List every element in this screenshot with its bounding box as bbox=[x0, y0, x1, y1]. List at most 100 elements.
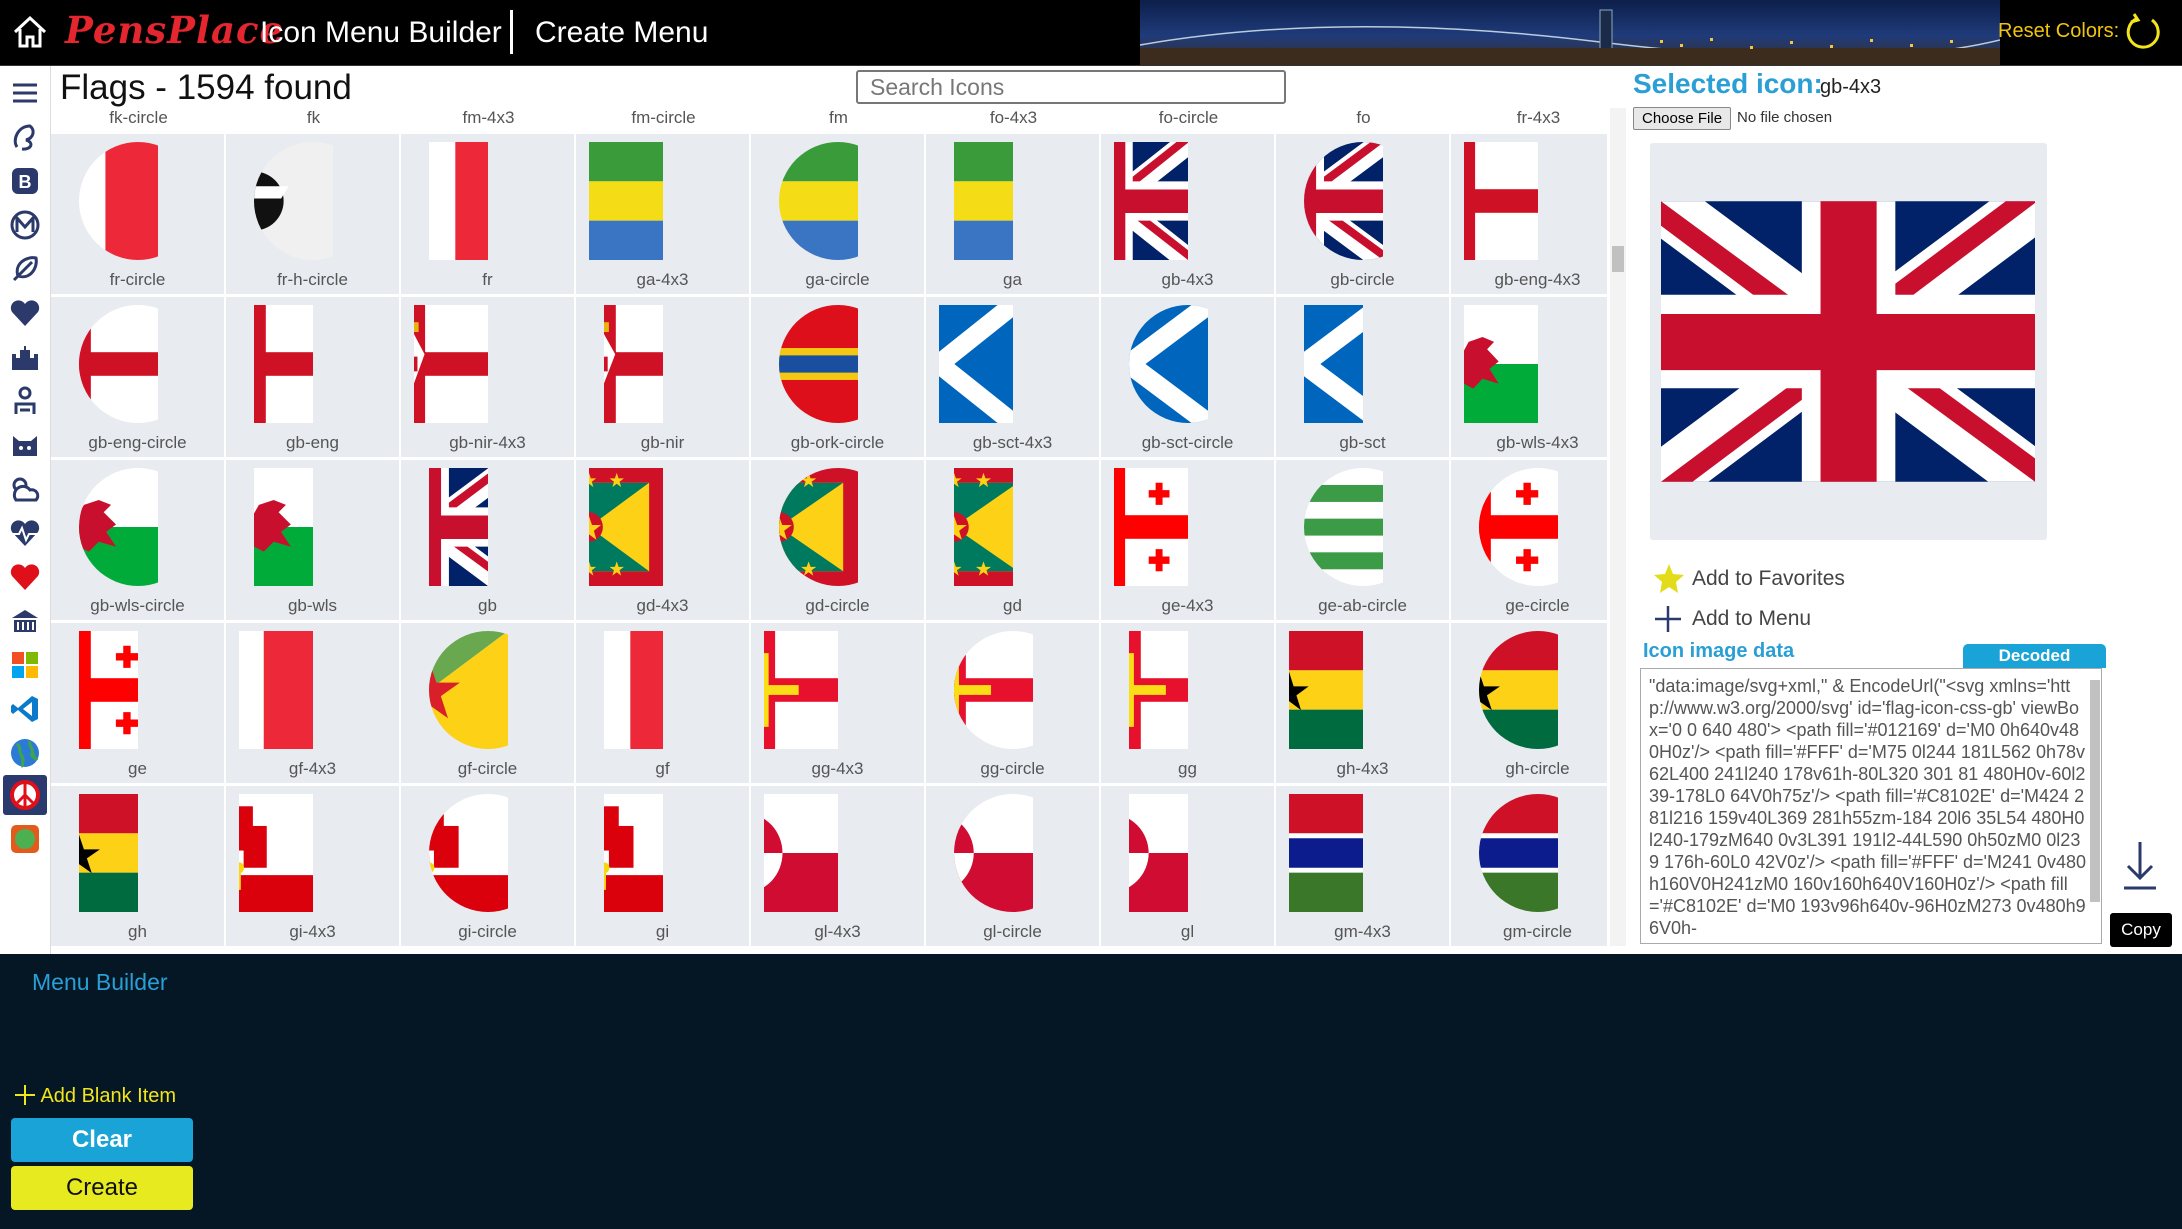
icon-cell-gb-eng[interactable]: gb-eng bbox=[226, 297, 399, 457]
category-title: Flags - 1594 found bbox=[60, 68, 352, 107]
icon-label: ga-4x3 bbox=[636, 270, 689, 289]
icon-cell-gi-circle[interactable]: gi-circle bbox=[401, 786, 574, 946]
selected-icon-name: gb-4x3 bbox=[1820, 76, 1882, 98]
icon-cell-gf-4x3[interactable]: gf-4x3 bbox=[226, 623, 399, 783]
icon-label: gg-circle bbox=[980, 759, 1045, 778]
icon-cell-gb-wls-circle[interactable]: gb-wls-circle bbox=[51, 460, 224, 620]
icon-label: gm-circle bbox=[1503, 922, 1572, 941]
icon-label: gd-4x3 bbox=[636, 596, 689, 615]
heartbeat-icon[interactable] bbox=[8, 516, 42, 550]
grid-scrollbar[interactable] bbox=[1610, 108, 1626, 946]
copy-button[interactable]: Copy bbox=[2110, 913, 2172, 947]
windows-icon[interactable] bbox=[8, 648, 42, 682]
icon-label: gb-nir-4x3 bbox=[449, 433, 526, 452]
icon-cell-gi-4x3[interactable]: gi-4x3 bbox=[226, 786, 399, 946]
download-icon[interactable] bbox=[2120, 840, 2160, 892]
icon-cell-gg-4x3[interactable]: gg-4x3 bbox=[751, 623, 924, 783]
icon-cell-fr-circle[interactable]: fr-circle bbox=[51, 134, 224, 294]
icon-cell-ge[interactable]: ge bbox=[51, 623, 224, 783]
star-icon[interactable] bbox=[1652, 562, 1686, 596]
icon-code-textarea[interactable]: "data:image/svg+xml," & EncodeUrl("<svg … bbox=[1640, 668, 2102, 944]
icon-cell-gb[interactable]: gb bbox=[401, 460, 574, 620]
icon-label: gb-eng-circle bbox=[88, 433, 187, 452]
icon-cell-gl-4x3[interactable]: gl-4x3 bbox=[751, 786, 924, 946]
icon-cell-gb-ork-circle[interactable]: gb-ork-circle bbox=[751, 297, 924, 457]
icon-cell-gb-wls-4x3[interactable]: gb-wls-4x3 bbox=[1451, 297, 1607, 457]
icon-label: ge-ab-circle bbox=[1318, 596, 1407, 615]
icon-cell-ge-ab-circle[interactable]: ge-ab-circle bbox=[1276, 460, 1449, 620]
selected-icon-title: Selected icon: bbox=[1633, 68, 1823, 99]
weather-icon[interactable] bbox=[8, 472, 42, 506]
bootstrap-icon[interactable]: B bbox=[8, 164, 42, 198]
icon-cell-gb-nir-4x3[interactable]: gb-nir-4x3 bbox=[401, 297, 574, 457]
feather-icon[interactable] bbox=[8, 252, 42, 286]
icon-cell-gm-4x3[interactable]: gm-4x3 bbox=[1276, 786, 1449, 946]
material-icon[interactable] bbox=[8, 208, 42, 242]
peace-icon[interactable] bbox=[8, 778, 42, 812]
icon-grid: fk-circle fk fm-4x3 fm-circle fm fo-4x3 … bbox=[51, 108, 1607, 946]
add-to-menu[interactable]: Add to Menu bbox=[1692, 607, 1811, 631]
building-icon[interactable] bbox=[8, 604, 42, 638]
add-blank-item[interactable]: Add Blank Item bbox=[14, 1084, 176, 1108]
globe-icon[interactable] bbox=[8, 736, 42, 770]
icon-cell-fr-h-circle[interactable]: fr-h-circle bbox=[226, 134, 399, 294]
icon-cell-gl[interactable]: gl bbox=[1101, 786, 1274, 946]
icon-label: gb-wls-circle bbox=[90, 596, 185, 615]
icon-cell-gb-sct[interactable]: gb-sct bbox=[1276, 297, 1449, 457]
clear-button[interactable]: Clear bbox=[11, 1118, 193, 1162]
brand-icon[interactable] bbox=[8, 120, 42, 154]
search-input[interactable] bbox=[856, 70, 1286, 104]
grid-scrollbar-thumb[interactable] bbox=[1612, 246, 1624, 272]
icon-cell-gd[interactable]: gd bbox=[926, 460, 1099, 620]
svg-text:B: B bbox=[19, 172, 32, 192]
icon-cell-gb-circle[interactable]: gb-circle bbox=[1276, 134, 1449, 294]
menu-builder-title: Menu Builder bbox=[32, 969, 168, 995]
icon-cell-gl-circle[interactable]: gl-circle bbox=[926, 786, 1099, 946]
icon-cell-gf-circle[interactable]: gf-circle bbox=[401, 623, 574, 783]
logo[interactable]: PensPlace bbox=[65, 8, 284, 52]
icon-cell-gb-sct-4x3[interactable]: gb-sct-4x3 bbox=[926, 297, 1099, 457]
decoded-tab[interactable]: Decoded bbox=[1963, 644, 2106, 668]
icon-cell-ge-4x3[interactable]: ge-4x3 bbox=[1101, 460, 1274, 620]
icon-cell-gb-eng-circle[interactable]: gb-eng-circle bbox=[51, 297, 224, 457]
plus-icon[interactable] bbox=[1652, 603, 1684, 635]
icon-cell-ga-4x3[interactable]: ga-4x3 bbox=[576, 134, 749, 294]
circle-icon[interactable] bbox=[8, 822, 42, 856]
icon-cell-gg[interactable]: gg bbox=[1101, 623, 1274, 783]
icon-cell-gb-nir[interactable]: gb-nir bbox=[576, 297, 749, 457]
icon-cell-gb-eng-4x3[interactable]: gb-eng-4x3 bbox=[1451, 134, 1607, 294]
icon-cell-gm-circle[interactable]: gm-circle bbox=[1451, 786, 1607, 946]
create-button[interactable]: Create bbox=[11, 1166, 193, 1210]
choose-file-button[interactable]: Choose File bbox=[1633, 107, 1732, 130]
person-icon[interactable] bbox=[8, 384, 42, 418]
icon-cell-ga[interactable]: ga bbox=[926, 134, 1099, 294]
red-heart-icon[interactable] bbox=[8, 560, 42, 594]
icon-cell-gh[interactable]: gh bbox=[51, 786, 224, 946]
heart-icon[interactable] bbox=[8, 296, 42, 330]
icon-cell-gg-circle[interactable]: gg-circle bbox=[926, 623, 1099, 783]
icon-cell-gb-sct-circle[interactable]: gb-sct-circle bbox=[1101, 297, 1274, 457]
icon-label: gb-sct-4x3 bbox=[972, 433, 1053, 452]
castle-icon[interactable] bbox=[8, 340, 42, 374]
code-scrollbar[interactable] bbox=[2090, 680, 2100, 902]
add-blank-item-label: Add Blank Item bbox=[40, 1085, 177, 1107]
icon-cell-gb-wls[interactable]: gb-wls bbox=[226, 460, 399, 620]
menu-icon[interactable] bbox=[8, 76, 42, 110]
refresh-icon[interactable] bbox=[2122, 12, 2162, 52]
icon-cell-ga-circle[interactable]: ga-circle bbox=[751, 134, 924, 294]
icon-cell-gd-4x3[interactable]: gd-4x3 bbox=[576, 460, 749, 620]
icon-label: gi-circle bbox=[458, 922, 517, 941]
icon-cell-gd-circle[interactable]: gd-circle bbox=[751, 460, 924, 620]
icon-cell-ge-circle[interactable]: ge-circle bbox=[1451, 460, 1607, 620]
icon-cell-gh-4x3[interactable]: gh-4x3 bbox=[1276, 623, 1449, 783]
home-icon[interactable] bbox=[10, 12, 50, 52]
icon-cell-gb-4x3[interactable]: gb-4x3 bbox=[1101, 134, 1274, 294]
icon-cell-gh-circle[interactable]: gh-circle bbox=[1451, 623, 1607, 783]
icon-cell-gf[interactable]: gf bbox=[576, 623, 749, 783]
add-to-favorites[interactable]: Add to Favorites bbox=[1692, 567, 1845, 591]
cat-icon[interactable] bbox=[8, 428, 42, 462]
icon-label: gl-4x3 bbox=[814, 922, 861, 941]
vscode-icon[interactable] bbox=[8, 692, 42, 726]
icon-cell-gi[interactable]: gi bbox=[576, 786, 749, 946]
icon-cell-fr[interactable]: fr bbox=[401, 134, 574, 294]
